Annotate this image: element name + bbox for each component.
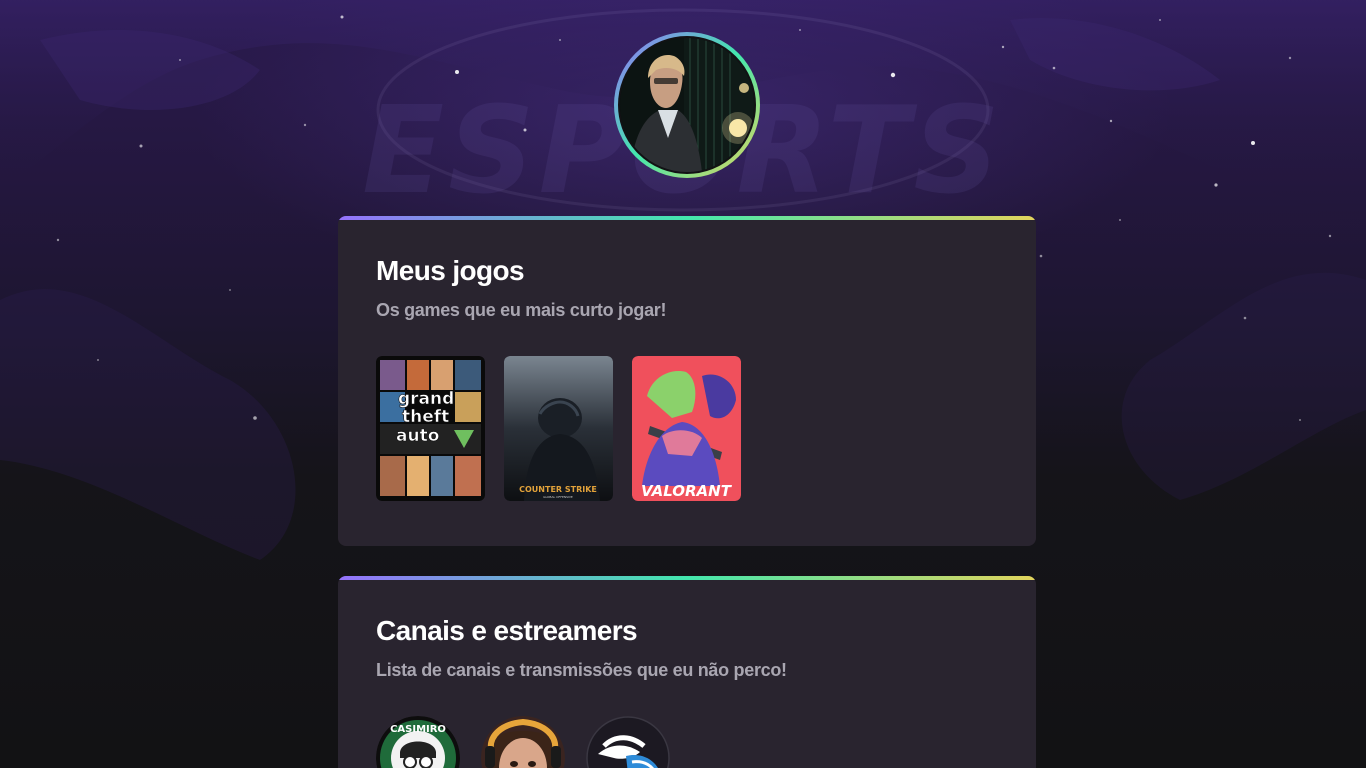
channels-title: Canais e estreamers [376,615,638,646]
games-card: Meus jogos Os games que eu mais curto jo… [338,216,1036,546]
games-subtitle: Os games que eu mais curto jogar! [376,300,667,320]
gta-logo-line3: auto [396,426,439,446]
games-title: Meus jogos [376,255,525,286]
game-cover-counter-strike[interactable]: COUNTER STRIKE GLOBAL OFFENSIVE [504,356,613,501]
channel-avatar-streamer-3[interactable] [586,716,670,768]
page: ESPORTS [0,0,1366,768]
valorant-logo-text: VALORANT [641,482,733,500]
game-cover-valorant[interactable]: VALORANT [632,356,741,501]
gta-logo-line1: grand [398,389,454,409]
game-cover-gta[interactable]: grand theft auto [376,356,485,501]
casimiro-badge-text: CASIMIRO [390,724,446,735]
profile-avatar[interactable] [614,32,760,178]
channels-card: Canais e estreamers Lista de canais e tr… [338,576,1036,768]
avatar-image [620,38,754,172]
cs-sub-text: GLOBAL OFFENSIVE [543,495,573,499]
channel-avatar-casimiro[interactable]: CASIMIRO [376,716,460,768]
channels-subtitle: Lista de canais e transmissões que eu nã… [376,660,787,680]
channel-avatar-streamer-2[interactable] [481,716,565,768]
avatar-photo [618,36,756,174]
channels-list: CASIMIRO [376,716,998,768]
cs-logo-text: COUNTER STRIKE [519,485,597,494]
gta-logo-line2: theft [402,407,449,427]
games-list: grand theft auto COUNTER STRIKE GLOBAL O… [376,356,998,501]
